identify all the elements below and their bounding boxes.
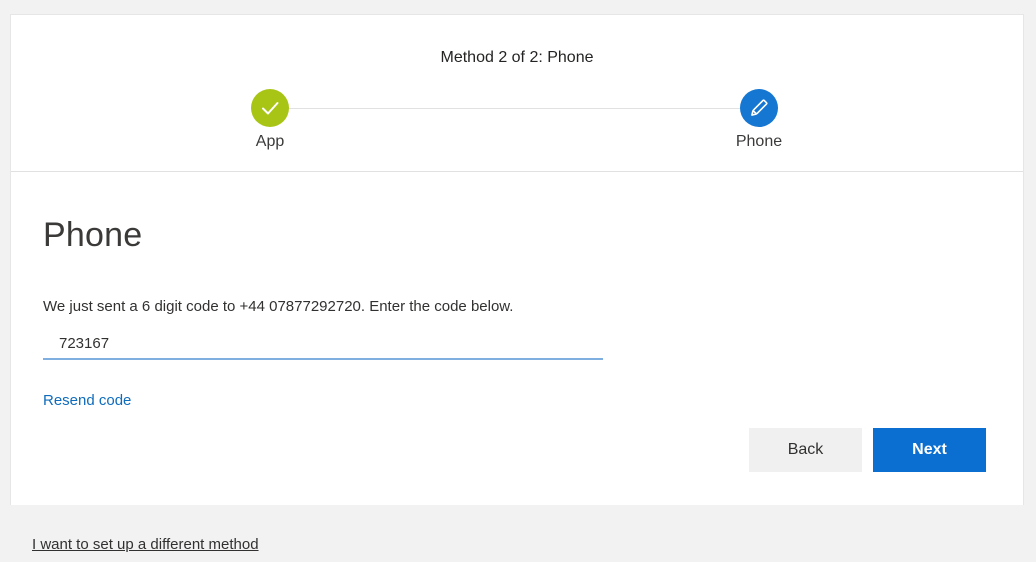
wizard-header: Method 2 of 2: Phone App Phone bbox=[11, 15, 1023, 172]
resend-code-link[interactable]: Resend code bbox=[43, 392, 131, 409]
step-title: Method 2 of 2: Phone bbox=[440, 49, 594, 66]
page-title: Phone bbox=[43, 216, 143, 254]
footer: I want to set up a different method bbox=[0, 505, 1036, 562]
different-method-link[interactable]: I want to set up a different method bbox=[32, 536, 259, 553]
verification-code-input[interactable] bbox=[43, 328, 603, 360]
next-button[interactable]: Next bbox=[873, 428, 986, 472]
instruction-text: We just sent a 6 digit code to +44 07877… bbox=[43, 298, 514, 315]
back-button[interactable]: Back bbox=[749, 428, 862, 472]
page: Method 2 of 2: Phone App Phone Phone We … bbox=[0, 0, 1036, 562]
step-label-phone: Phone bbox=[735, 133, 783, 150]
pencil-icon bbox=[740, 89, 778, 127]
checkmark-icon bbox=[251, 89, 289, 127]
step-label-app: App bbox=[255, 133, 285, 150]
setup-card: Method 2 of 2: Phone App Phone Phone We … bbox=[10, 14, 1024, 506]
progress-line bbox=[283, 108, 767, 109]
